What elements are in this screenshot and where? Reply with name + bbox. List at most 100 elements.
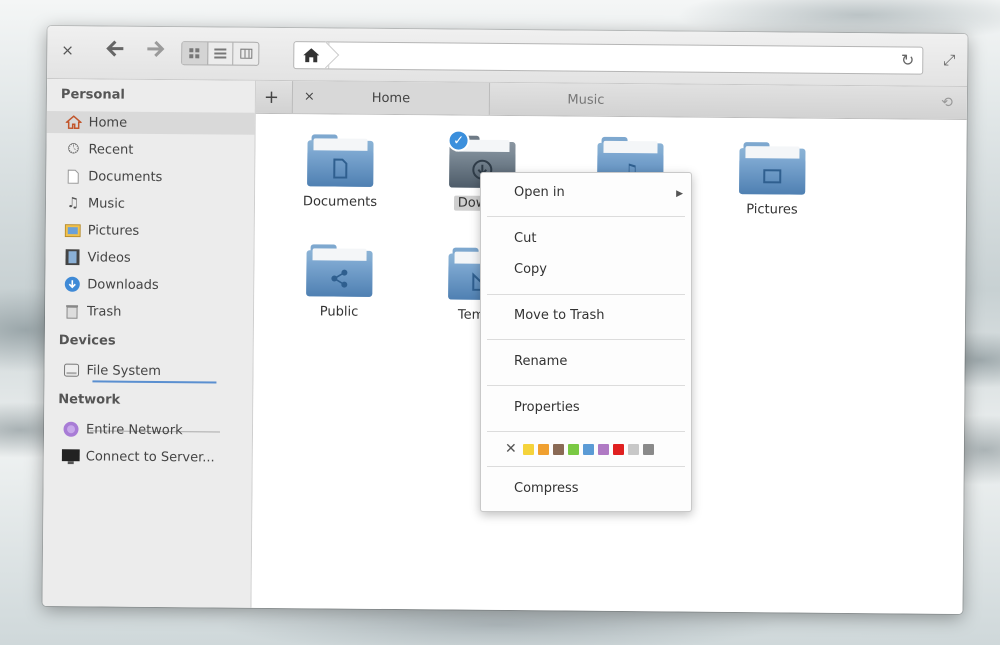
sidebar-item-label: Videos: [87, 249, 131, 266]
network-icon: [62, 421, 80, 437]
drive-icon: [62, 362, 80, 378]
share-icon: [331, 269, 348, 288]
trash-icon: [63, 303, 81, 319]
menu-item-rename[interactable]: Rename: [514, 354, 567, 369]
menu-separator: [487, 431, 685, 432]
sidebar-item-documents[interactable]: Documents: [64, 165, 162, 188]
color-swatch-blue[interactable]: [582, 443, 594, 455]
sidebar-item-label: Recent: [88, 141, 134, 158]
menu-separator: [487, 294, 685, 295]
sidebar-item-file-system[interactable]: File System: [62, 359, 161, 382]
submenu-arrow-icon: ▶: [676, 189, 683, 199]
menu-item-copy[interactable]: Copy: [514, 262, 547, 277]
location-bar[interactable]: ↻: [293, 41, 924, 75]
sidebar-item-music[interactable]: ♫ Music: [64, 192, 125, 215]
file-label: Public: [319, 304, 359, 320]
video-icon: [63, 249, 81, 266]
folder-icon: [307, 134, 374, 187]
sidebar-heading-network: Network: [58, 392, 121, 408]
menu-item-properties[interactable]: Properties: [514, 400, 580, 415]
color-swatch-green[interactable]: [567, 443, 579, 455]
sidebar-heading-personal: Personal: [60, 87, 125, 103]
tab-close-button[interactable]: ×: [304, 89, 315, 104]
menu-item-move-to-trash[interactable]: Move to Trash: [514, 308, 605, 323]
file-label: Documents: [302, 194, 378, 210]
back-arrow-icon: [106, 40, 124, 57]
selected-check-icon: ✓: [447, 129, 470, 152]
home-icon: [303, 48, 320, 63]
list-view-button[interactable]: [207, 42, 234, 65]
new-tab-button[interactable]: +: [264, 87, 279, 108]
column-view-button[interactable]: [234, 43, 259, 65]
menu-item-compress[interactable]: Compress: [514, 481, 579, 496]
home-icon: [65, 114, 83, 130]
sidebar-item-label: Entire Network: [85, 421, 183, 438]
color-tag-row: ✕: [505, 441, 654, 457]
folder-icon: [306, 244, 373, 297]
sidebar-heading-devices: Devices: [58, 333, 116, 349]
reload-button[interactable]: ↻: [901, 50, 915, 69]
menu-item-cut[interactable]: Cut: [514, 231, 536, 246]
sidebar-item-label: Trash: [86, 303, 122, 320]
menu-separator: [487, 339, 685, 340]
color-swatch-red[interactable]: [612, 443, 624, 455]
document-icon: [333, 158, 348, 179]
grid-icon: [189, 48, 200, 59]
breadcrumb-home[interactable]: [294, 42, 330, 69]
disk-usage-bar: [92, 380, 217, 384]
file-label: Pictures: [746, 202, 798, 218]
color-swatch-brown[interactable]: [552, 443, 564, 455]
tab-home[interactable]: Home: [291, 81, 491, 115]
sidebar-item-entire-network[interactable]: Entire Network: [62, 418, 183, 441]
context-menu: Open in ▶ Cut Copy Move to Trash Rename …: [480, 172, 692, 512]
list-icon: [214, 48, 227, 59]
icon-view-button[interactable]: [182, 42, 209, 65]
clock-icon: 🕓︎: [67, 141, 80, 158]
menu-separator: [487, 385, 685, 386]
pictures-icon: [64, 222, 82, 238]
folder-public[interactable]: Public: [284, 244, 395, 320]
clear-color-button[interactable]: ✕: [505, 441, 517, 457]
color-swatch-orange[interactable]: [537, 443, 549, 455]
color-swatch-purple[interactable]: [597, 443, 609, 455]
tab-label: Home: [371, 90, 411, 106]
tab-music[interactable]: Music: [488, 83, 684, 117]
sidebar-item-downloads[interactable]: Downloads: [63, 273, 159, 296]
forward-button[interactable]: [145, 39, 165, 62]
sidebar-item-label: Home: [88, 114, 128, 131]
sidebar-item-label: Documents: [88, 168, 163, 185]
menu-separator: [487, 216, 685, 217]
sidebar-item-connect-to-server[interactable]: Connect to Server...: [61, 445, 215, 468]
header-bar: × ↻ ⤢: [47, 25, 968, 88]
download-icon: [63, 276, 81, 292]
sidebar-item-pictures[interactable]: Pictures: [64, 219, 140, 242]
maximize-button[interactable]: ⤢: [943, 51, 955, 69]
sidebar-item-videos[interactable]: Videos: [63, 246, 131, 269]
folder-documents[interactable]: Documents: [285, 134, 396, 210]
tab-label: Music: [567, 92, 605, 108]
menu-separator: [487, 466, 685, 467]
columns-icon: [239, 48, 253, 59]
music-icon: ♫: [66, 195, 80, 212]
color-swatch-yellow[interactable]: [522, 443, 534, 455]
sidebar-item-label: Music: [87, 195, 126, 212]
history-icon[interactable]: ⟲: [941, 95, 953, 111]
menu-item-open-in[interactable]: Open in: [514, 185, 565, 200]
view-switcher: [181, 41, 260, 66]
color-swatch-dark-gray[interactable]: [642, 443, 654, 455]
monitor-icon: [61, 448, 80, 464]
color-swatch-light-gray[interactable]: [627, 443, 639, 455]
document-icon: [64, 168, 82, 184]
sidebar-item-label: File System: [86, 362, 161, 379]
close-window-button[interactable]: ×: [61, 41, 74, 59]
back-button[interactable]: [105, 39, 125, 62]
sidebar-item-label: Downloads: [87, 276, 159, 293]
folder-icon: [739, 142, 806, 195]
sidebar: Personal Home 🕓︎ Recent Documents ♫ Musi…: [42, 78, 257, 608]
sidebar-item-trash[interactable]: Trash: [63, 300, 122, 323]
sidebar-item-label: Connect to Server...: [85, 448, 215, 465]
sidebar-item-recent[interactable]: 🕓︎ Recent: [64, 138, 134, 161]
sidebar-item-home[interactable]: Home: [46, 110, 255, 135]
folder-pictures[interactable]: Pictures: [717, 142, 828, 218]
sidebar-item-label: Pictures: [87, 222, 140, 239]
